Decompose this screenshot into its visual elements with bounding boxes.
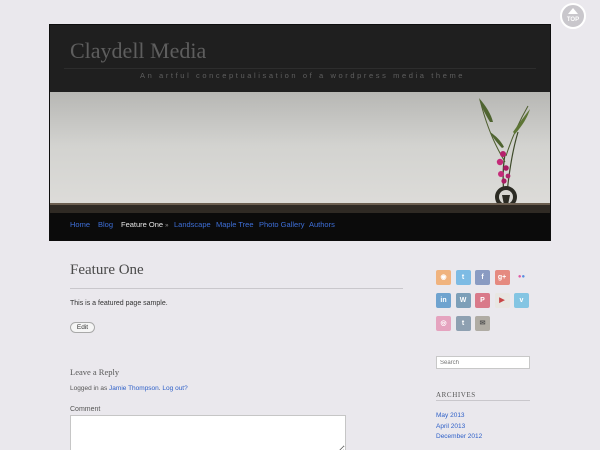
nav-item-authors[interactable]: Authors xyxy=(309,220,335,229)
site-title[interactable]: Claydell Media xyxy=(70,38,206,64)
search-input[interactable] xyxy=(436,356,530,369)
twitter-icon[interactable]: t xyxy=(455,270,471,285)
archive-link-may-2013[interactable]: May 2013 xyxy=(436,412,465,419)
back-to-top-label: TOP xyxy=(566,17,580,23)
tagline-divider xyxy=(64,68,536,69)
comment-textarea[interactable] xyxy=(70,415,346,450)
nav-item-feature-one[interactable]: Feature One» xyxy=(121,220,168,229)
main-content: Feature One This is a featured page samp… xyxy=(70,262,405,450)
nav-item-photo-gallery[interactable]: Photo Gallery xyxy=(259,220,304,229)
leave-reply-heading: Leave a Reply xyxy=(70,367,120,377)
flickr-icon[interactable]: ●● xyxy=(514,270,529,285)
logged-in-prefix: Logged in as xyxy=(70,385,108,392)
archives-divider xyxy=(436,400,530,401)
header-banner-image xyxy=(50,92,550,213)
arrow-up-icon xyxy=(568,8,578,14)
archive-link-december-2012[interactable]: December 2012 xyxy=(436,433,482,440)
google-plus-icon[interactable]: g+ xyxy=(494,270,510,285)
nav-item-landscape[interactable]: Landscape xyxy=(174,220,211,229)
email-icon[interactable]: ✉ xyxy=(475,316,490,331)
linkedin-icon[interactable]: in xyxy=(436,293,451,308)
back-to-top-button[interactable]: TOP xyxy=(560,3,586,29)
nav-item-feature-one-label: Feature One xyxy=(121,220,164,229)
edit-button[interactable]: Edit xyxy=(70,322,95,333)
site-header: Claydell Media An artful conceptualisati… xyxy=(49,24,551,241)
nav-item-home[interactable]: Home xyxy=(70,220,90,229)
submenu-caret-icon: » xyxy=(165,223,169,229)
user-profile-link[interactable]: Jamie Thompson xyxy=(109,385,159,392)
page-body-text: This is a featured page sample. xyxy=(70,300,168,307)
wordpress-icon[interactable]: W xyxy=(455,293,471,308)
facebook-icon[interactable]: f xyxy=(475,270,490,285)
title-divider xyxy=(70,288,403,289)
logged-in-note: Logged in as Jamie Thompson. Log out? xyxy=(70,385,188,392)
pinterest-icon[interactable]: P xyxy=(475,293,490,308)
archive-link-april-2013[interactable]: April 2013 xyxy=(436,423,465,430)
tumblr-icon[interactable]: t xyxy=(455,316,471,331)
youtube-icon[interactable]: ▶ xyxy=(494,293,510,308)
log-out-link[interactable]: Log out? xyxy=(162,385,187,392)
rss-icon[interactable]: ◉ xyxy=(436,270,451,285)
page-title: Feature One xyxy=(70,262,144,278)
site-tagline: An artful conceptualisation of a wordpre… xyxy=(140,71,466,80)
comment-label: Comment xyxy=(70,406,101,413)
nav-item-blog[interactable]: Blog xyxy=(98,220,113,229)
nav-item-maple-tree[interactable]: Maple Tree xyxy=(216,220,254,229)
ikebana-plant-icon xyxy=(479,98,530,208)
archives-heading: ARCHIVES xyxy=(436,391,476,399)
vimeo-icon[interactable]: v xyxy=(514,293,529,308)
table-surface xyxy=(50,205,550,213)
main-navigation: Home Blog Feature One» Landscape Maple T… xyxy=(50,213,550,241)
dribbble-icon[interactable]: ◎ xyxy=(436,316,451,331)
